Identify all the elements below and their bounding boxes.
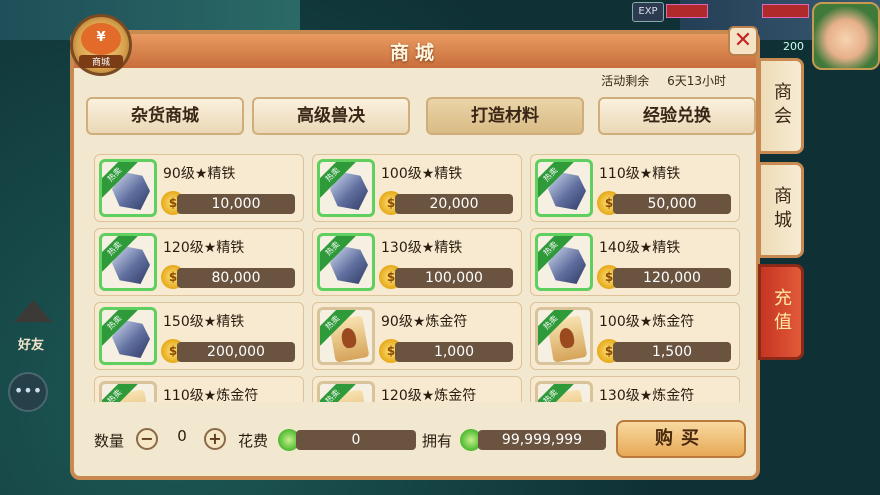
tab-general-store[interactable]: 杂货商城: [86, 97, 244, 135]
activity-remaining: 活动剩余 6天13小时: [587, 72, 726, 89]
hp-bar: [666, 4, 708, 18]
shop-panel: 商城 活动剩余 6天13小时 杂货商城 高级兽决 打造材料 经验兑换 热卖 90级…: [70, 30, 760, 480]
refined-iron-icon: 热卖: [317, 159, 375, 217]
activity-time: 6天13小时: [667, 74, 726, 88]
item-price: 1,500: [613, 342, 731, 362]
item-name: 100级★炼金符: [599, 314, 695, 330]
item-name: 110级★精铁: [599, 166, 681, 182]
shop-emblem: ¥ 商城: [70, 14, 132, 76]
side-tab-shop[interactable]: 商城: [758, 162, 804, 258]
tab-exp-exchange[interactable]: 经验兑换: [598, 97, 756, 135]
quantity-label: 数量: [94, 432, 125, 450]
item-price: 100,000: [395, 268, 513, 288]
item-name: 130级★精铁: [381, 240, 463, 256]
shop-item-card[interactable]: 热卖 90级★炼金符 $1,000: [312, 302, 522, 370]
shop-item-card[interactable]: 热卖 130级★精铁 $100,000: [312, 228, 522, 296]
panel-header: 商城: [74, 34, 756, 68]
item-price: 10,000: [177, 194, 295, 214]
shop-item-card[interactable]: 热卖 90级★精铁 $10,000: [94, 154, 304, 222]
item-grid: 热卖 90级★精铁 $10,000 热卖 100级★精铁 $20,000 热卖 110级★精铁…: [94, 154, 744, 402]
shop-item-card[interactable]: 热卖110级★炼金符$: [94, 376, 304, 402]
shop-item-card[interactable]: 热卖 110级★精铁 $50,000: [530, 154, 740, 222]
straw-hat-icon: [14, 300, 52, 322]
item-name: 150级★精铁: [163, 314, 245, 330]
side-tab-recharge[interactable]: 充值: [758, 264, 804, 360]
quantity-value[interactable]: 0: [159, 427, 205, 445]
friend-label: 好友: [18, 338, 45, 353]
hud-number: 200: [783, 40, 804, 53]
item-price: 1,000: [395, 342, 513, 362]
cost-value: 0: [296, 430, 416, 450]
yen-icon: ¥: [81, 23, 121, 55]
shop-item-card[interactable]: 热卖120级★炼金符$: [312, 376, 522, 402]
exp-tag: EXP: [632, 2, 664, 22]
shop-item-card[interactable]: 热卖 100级★精铁 $20,000: [312, 154, 522, 222]
close-button[interactable]: ✕: [728, 26, 758, 56]
cost-label: 花费: [238, 432, 269, 450]
chat-icon[interactable]: •••: [8, 372, 48, 412]
mp-bar: [762, 4, 809, 18]
item-price: 80,000: [177, 268, 295, 288]
emblem-label: 商城: [79, 55, 123, 68]
refined-iron-icon: 热卖: [99, 159, 157, 217]
buy-button[interactable]: 购买: [616, 420, 746, 458]
alchemy-talisman-icon: 热卖: [317, 381, 375, 402]
alchemy-talisman-icon: 热卖: [317, 307, 375, 365]
item-price: 120,000: [613, 268, 731, 288]
shop-item-card[interactable]: 热卖 120级★精铁 $80,000: [94, 228, 304, 296]
alchemy-talisman-icon: 热卖: [535, 381, 593, 402]
side-tab-chamber[interactable]: 商会: [758, 58, 804, 154]
tab-advanced-skill-books[interactable]: 高级兽决: [252, 97, 410, 135]
refined-iron-icon: 热卖: [535, 159, 593, 217]
alchemy-talisman-icon: 热卖: [99, 381, 157, 402]
hero-avatar[interactable]: [812, 2, 880, 70]
tab-crafting-materials[interactable]: 打造材料: [426, 97, 584, 135]
shop-item-card[interactable]: 热卖130级★炼金符$: [530, 376, 740, 402]
item-name: 130级★炼金符: [599, 388, 695, 402]
item-name: 120级★炼金符: [381, 388, 477, 402]
shop-item-card[interactable]: 热卖 150级★精铁 $200,000: [94, 302, 304, 370]
item-name: 90级★精铁: [163, 166, 236, 182]
alchemy-talisman-icon: 热卖: [535, 307, 593, 365]
item-price: 200,000: [177, 342, 295, 362]
owned-label: 拥有: [422, 432, 453, 450]
friend-button[interactable]: 好友: [8, 300, 58, 353]
refined-iron-icon: 热卖: [535, 233, 593, 291]
item-name: 140级★精铁: [599, 240, 681, 256]
item-name: 120级★精铁: [163, 240, 245, 256]
item-name: 90级★炼金符: [381, 314, 468, 330]
item-name: 110级★炼金符: [163, 388, 259, 402]
item-price: 20,000: [395, 194, 513, 214]
shop-item-card[interactable]: 热卖 100级★炼金符 $1,500: [530, 302, 740, 370]
refined-iron-icon: 热卖: [99, 307, 157, 365]
quantity-minus-button[interactable]: −: [136, 428, 158, 450]
item-name: 100级★精铁: [381, 166, 463, 182]
quantity-plus-button[interactable]: +: [204, 428, 226, 450]
refined-iron-icon: 热卖: [99, 233, 157, 291]
item-price: 50,000: [613, 194, 731, 214]
activity-label: 活动剩余: [601, 74, 650, 88]
owned-value: 99,999,999: [478, 430, 606, 450]
page-title: 商城: [389, 42, 440, 64]
shop-item-card[interactable]: 热卖 140级★精铁 $120,000: [530, 228, 740, 296]
refined-iron-icon: 热卖: [317, 233, 375, 291]
